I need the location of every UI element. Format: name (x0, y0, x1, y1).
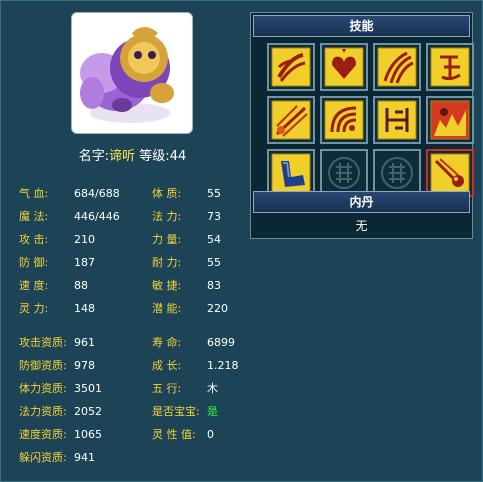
rune-script-icon (430, 47, 470, 87)
aptitude-stamina: 体力资质: 3501 (19, 382, 102, 395)
stat-mp: 魔 法: 446/446 (19, 210, 120, 223)
skills-panel: 技能 内丹 无 (250, 12, 474, 239)
level-label: 等级: (139, 149, 170, 164)
spirituality: 灵 性 值: 0 (152, 428, 214, 441)
growth: 成 长: 1.218 (152, 359, 239, 372)
skill-slot-empty[interactable] (320, 149, 368, 197)
fire-rune-icon (377, 100, 417, 140)
skill-slot-empty[interactable] (373, 149, 421, 197)
skills-grid (267, 43, 474, 197)
skill-slot[interactable] (267, 149, 315, 197)
skill-slot[interactable] (373, 96, 421, 144)
stat-strength: 力 量: 54 (152, 233, 221, 246)
skill-slot[interactable] (320, 43, 368, 91)
skill-slot[interactable] (426, 96, 474, 144)
aptitude-speed: 速度资质: 1065 (19, 428, 102, 441)
stat-attack: 攻 击: 210 (19, 233, 95, 246)
stat-defense: 防 御: 187 (19, 256, 95, 269)
pet-creature-icon (80, 27, 174, 123)
skill-slot[interactable] (267, 96, 315, 144)
element: 五 行: 木 (152, 382, 218, 395)
fire-slash-icon (271, 100, 311, 140)
skill-slot[interactable] (373, 43, 421, 91)
stat-agility: 敏 捷: 83 (152, 279, 221, 292)
aptitude-magic: 法力资质: 2052 (19, 405, 102, 418)
empty-slot-icon (328, 157, 360, 189)
aptitude-defense: 防御资质: 978 (19, 359, 95, 372)
burning-figure-icon (430, 100, 470, 140)
stat-endurance: 耐 力: 55 (152, 256, 221, 269)
stat-hp: 气 血: 684/688 (19, 187, 120, 200)
stat-constitution: 体 质: 55 (152, 187, 221, 200)
heart-shield-icon (324, 47, 364, 87)
pet-level: 44 (169, 149, 187, 164)
skill-slot-selected[interactable] (426, 149, 474, 197)
stat-spirit: 灵 力: 148 (19, 302, 95, 315)
sound-wave-icon (324, 100, 364, 140)
armored-arm-icon (271, 153, 311, 193)
stat-speed: 速 度: 88 (19, 279, 88, 292)
meteor-icon (430, 153, 470, 193)
pet-portrait (71, 12, 193, 134)
lifespan: 寿 命: 6899 (152, 336, 235, 349)
skill-slot[interactable] (267, 43, 315, 91)
skill-slot[interactable] (320, 96, 368, 144)
pet-name-level: 名字:谛听 等级:44 (0, 145, 265, 164)
skill-slot[interactable] (426, 43, 474, 91)
empty-slot-icon (381, 157, 413, 189)
skills-header: 技能 (253, 15, 470, 37)
triple-claw-icon (377, 47, 417, 87)
claw-slash-icon (271, 47, 311, 87)
is-baby: 是否宝宝: 是 (152, 405, 218, 418)
aptitude-attack: 攻击资质: 961 (19, 336, 95, 349)
stat-potential: 潜 能: 220 (152, 302, 228, 315)
stat-magic: 法 力: 73 (152, 210, 221, 223)
aptitude-dodge: 躲闪资质: 941 (19, 451, 95, 464)
neidan-header: 内丹 (253, 191, 470, 213)
pet-name: 谛听 (109, 149, 136, 164)
name-label: 名字: (78, 149, 110, 164)
neidan-value: 无 (355, 219, 368, 233)
